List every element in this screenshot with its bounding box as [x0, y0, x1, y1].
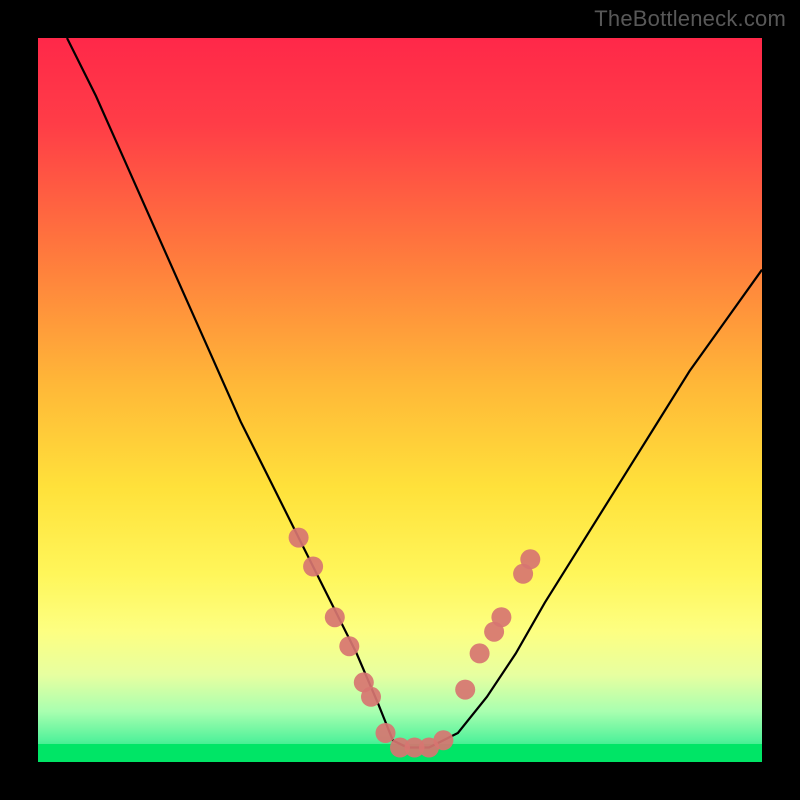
plot-area	[38, 38, 762, 762]
highlight-dot	[491, 607, 511, 627]
highlight-dot	[339, 636, 359, 656]
highlight-dot	[303, 557, 323, 577]
highlight-dot	[361, 687, 381, 707]
highlight-dot	[289, 528, 309, 548]
highlight-dot	[470, 643, 490, 663]
highlight-dot	[376, 723, 396, 743]
highlight-dot	[325, 607, 345, 627]
curve-layer	[38, 38, 762, 762]
bottleneck-curve	[67, 38, 762, 748]
highlight-dot	[520, 549, 540, 569]
highlight-dot	[455, 680, 475, 700]
watermark-text: TheBottleneck.com	[594, 6, 786, 32]
highlight-dot	[433, 730, 453, 750]
highlight-dots-group	[289, 528, 541, 758]
chart-frame: TheBottleneck.com	[0, 0, 800, 800]
